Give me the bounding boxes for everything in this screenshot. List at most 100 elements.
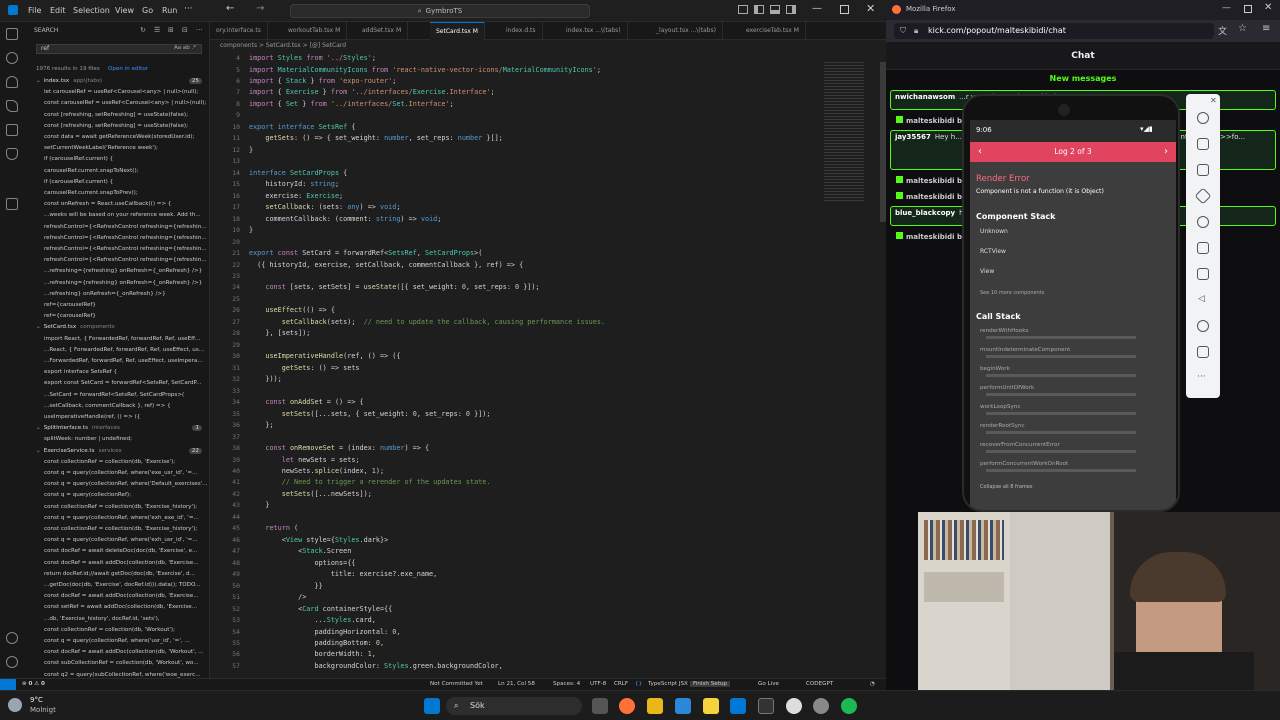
call-stack-frame[interactable]: recoverFromConcurrentError	[980, 442, 1060, 448]
search-match[interactable]: refreshControl={<RefreshControl refreshi…	[24, 235, 209, 244]
explorer-icon[interactable]	[6, 28, 18, 40]
search-match[interactable]: useImperativeHandle(ref, () => ({	[24, 414, 209, 423]
vscode-taskbar-icon[interactable]	[730, 698, 746, 714]
phone-screen[interactable]: 9:06 ▾◢▮ ‹ Log 2 of 3 › Render Error Com…	[970, 120, 1176, 510]
secondary-sidebar-icon[interactable]	[786, 5, 796, 14]
menu-go[interactable]: Go	[142, 6, 153, 15]
search-match[interactable]: const docRef = await addDoc(collection(d…	[24, 593, 209, 602]
chat-username[interactable]: malteskibidi b	[906, 193, 962, 201]
back-arrow-icon[interactable]: ←	[226, 3, 234, 14]
search-match[interactable]: setCurrentWeekLabel('Reference week');	[24, 145, 209, 154]
lock-icon[interactable]: 🔒︎	[914, 23, 918, 39]
search-match[interactable]: return docRef.id;//await getDoc(doc(db, …	[24, 571, 209, 580]
url-bar[interactable]: ⛉ 🔒︎ kick.com/popout/malteskibidi/chat	[894, 23, 1214, 39]
search-match[interactable]: ref={carouselRef}	[24, 302, 209, 311]
search-match[interactable]: const collectionRef = collection(db, 'Ex…	[24, 504, 209, 513]
chat-username[interactable]: nwichanawsom	[895, 93, 955, 101]
search-match[interactable]: const docRef = await addDoc(collection(d…	[24, 649, 209, 658]
search-match[interactable]: const docRef = await addDoc(collection(d…	[24, 560, 209, 569]
breadcrumb[interactable]: components > SetCard.tsx > [@] SetCard	[210, 40, 886, 52]
weather-temp[interactable]: 9°C	[30, 696, 43, 704]
bookmark-star-icon[interactable]: ☆	[1238, 23, 1247, 34]
overview-square-icon[interactable]	[1197, 346, 1209, 358]
search-match[interactable]: ...ForwardedRef, forwardRef, Ref, useEff…	[24, 358, 209, 367]
search-match[interactable]: ...SetCard = forwardRef<SetsRef, SetCard…	[24, 392, 209, 401]
search-match[interactable]: if (carouselRef.current) {	[24, 156, 209, 165]
translate-icon[interactable]: 文	[1218, 24, 1227, 37]
search-file-header[interactable]: ⌄ SetCard.tsx components	[24, 324, 209, 333]
call-stack-frame[interactable]: renderRootSync	[980, 423, 1025, 429]
home-circle-icon[interactable]	[1197, 320, 1209, 332]
sidebar-toggle-icon[interactable]	[754, 5, 764, 14]
search-match[interactable]: refreshControl={<RefreshControl refreshi…	[24, 246, 209, 255]
search-file-header[interactable]: ⌄ ExerciseService.ts services 22	[24, 447, 209, 457]
search-match[interactable]: const collectionRef = collection(db, 'Ex…	[24, 459, 209, 468]
chevron-down-icon[interactable]: ⌄	[36, 78, 41, 84]
refresh-icon[interactable]: ↻	[140, 26, 146, 34]
rotate-left-icon[interactable]	[1194, 187, 1212, 205]
next-log-chevron-icon[interactable]: ›	[1164, 142, 1168, 162]
search-match[interactable]: const q = query(collectionRef, where('De…	[24, 481, 209, 490]
power-icon[interactable]	[1197, 112, 1209, 124]
more-actions-icon[interactable]: ···	[196, 26, 203, 34]
encoding[interactable]: UTF-8	[590, 681, 606, 687]
zoom-icon[interactable]	[1197, 216, 1209, 228]
close-icon[interactable]: ✕	[866, 2, 875, 15]
menu-edit[interactable]: Edit	[50, 6, 66, 15]
search-match[interactable]: const q = query(collectionRef, where('ex…	[24, 515, 209, 524]
shield-icon[interactable]: ⛉	[900, 23, 906, 39]
call-stack-frame[interactable]: mountIndeterminateComponent	[980, 347, 1070, 353]
editor-tab[interactable]: _layout.tsx ...\(tabs)	[650, 22, 723, 40]
panel-toggle-icon[interactable]	[770, 5, 780, 14]
cursor-position[interactable]: Ln 21, Col 58	[498, 681, 535, 687]
search-file-header[interactable]: ⌄ index.tsx app\(tabs) 25	[24, 78, 209, 87]
search-match[interactable]: ...refreshing={refreshing} onRefresh={_o…	[24, 268, 209, 277]
store-icon[interactable]	[675, 698, 691, 714]
search-match[interactable]: carouselRef.current.snapToNext();	[24, 168, 209, 177]
clear-results-icon[interactable]: ☰	[154, 26, 160, 34]
search-match[interactable]: refreshControl={<RefreshControl refreshi…	[24, 224, 209, 233]
settings-gear-icon[interactable]	[6, 656, 18, 668]
search-match[interactable]: const [refreshing, setRefreshing] = useS…	[24, 112, 209, 121]
component-stack-item[interactable]: View	[980, 268, 994, 275]
search-match[interactable]: export interface SetsRef {	[24, 369, 209, 378]
remote-indicator-icon[interactable]	[0, 679, 16, 690]
match-case-icon[interactable]: Aa ab .*	[174, 45, 196, 51]
menu-view[interactable]: View	[115, 6, 134, 15]
prev-log-chevron-icon[interactable]: ‹	[978, 142, 982, 162]
chevron-down-icon[interactable]: ⌄	[36, 324, 41, 330]
firefox-taskbar-icon[interactable]	[619, 698, 635, 714]
chat-username[interactable]: malteskibidi b	[906, 117, 962, 125]
source-control-icon[interactable]	[6, 76, 18, 88]
start-windows-icon[interactable]	[424, 698, 440, 714]
search-match[interactable]: ...getDoc(doc(db, 'Exercise', docRef.id)…	[24, 582, 209, 591]
spotify-icon[interactable]	[841, 698, 857, 714]
menu-file[interactable]: File	[28, 6, 41, 15]
search-match[interactable]: import React, { ForwardedRef, forwardRef…	[24, 336, 209, 345]
search-match[interactable]: const q = query(collectionRef, where('ex…	[24, 470, 209, 479]
terminal-icon[interactable]	[758, 698, 774, 714]
search-match[interactable]: carouselRef.current.snapToPrev();	[24, 190, 209, 199]
emu-close-icon[interactable]: ✕	[1210, 96, 1217, 105]
git-blame[interactable]: Not Committed Yet	[430, 681, 483, 687]
call-stack-frame[interactable]: beginWork	[980, 366, 1010, 372]
ff-close-icon[interactable]: ✕	[1264, 2, 1272, 13]
screenshot-icon[interactable]	[1197, 268, 1209, 280]
search-match[interactable]: const docRef = await deleteDoc(doc(db, '…	[24, 548, 209, 557]
search-match[interactable]: ...weeks will be based on your reference…	[24, 212, 209, 221]
ff-minimize-icon[interactable]: —	[1222, 3, 1231, 13]
editor-tab[interactable]: index.tsx ...\(tabs)	[560, 22, 628, 40]
search-match[interactable]: ...refreshing={refreshing} onRefresh={_o…	[24, 280, 209, 289]
editor-tab[interactable]: exerciseTab.tsx M	[740, 22, 806, 40]
chat-username[interactable]: blue_blackcopy	[895, 209, 955, 217]
testing-icon[interactable]	[6, 198, 18, 210]
go-live-button[interactable]: Go Live	[758, 681, 779, 687]
chat-username[interactable]: malteskibidi b	[906, 233, 962, 241]
extensions-icon[interactable]	[6, 124, 18, 136]
component-stack-item[interactable]: Unknown	[980, 228, 1008, 235]
layout-toggle-icon[interactable]	[738, 5, 748, 14]
editor-tab[interactable]: ory.interface.ts	[210, 22, 268, 40]
search-match[interactable]: export const SetCard = forwardRef<SetsRe…	[24, 380, 209, 389]
search-match[interactable]: const data = await getReferenceWeek(stor…	[24, 134, 209, 143]
search-match[interactable]: ...React, { ForwardedRef, forwardRef, Re…	[24, 347, 209, 356]
